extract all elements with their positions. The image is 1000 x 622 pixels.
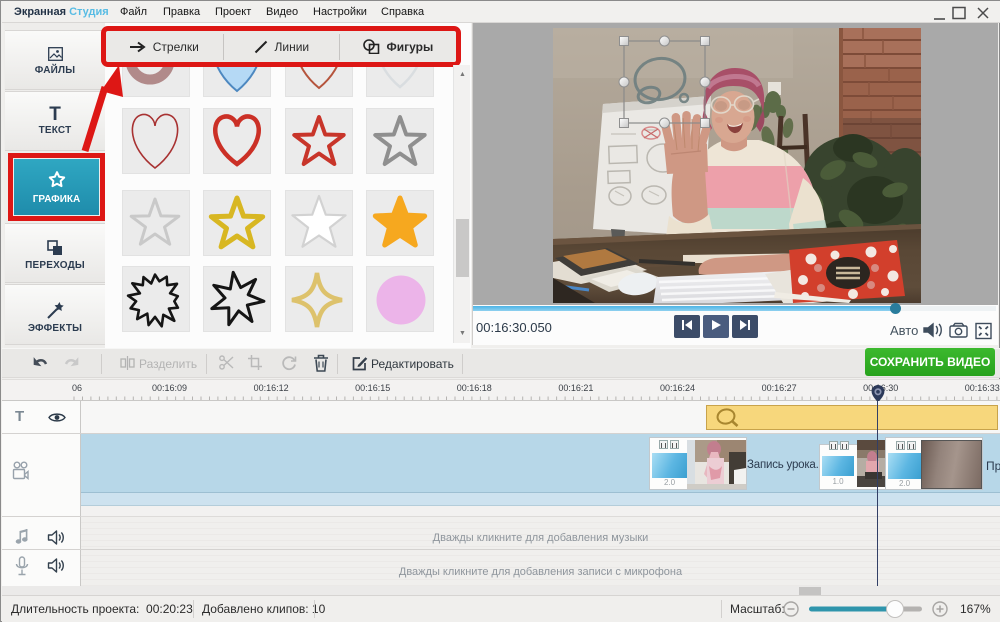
svg-text:00:16:27: 00:16:27 (762, 383, 797, 393)
svg-text:00:16:15: 00:16:15 (355, 383, 390, 393)
svg-text:00:16:18: 00:16:18 (457, 383, 492, 393)
svg-text:00:16:12: 00:16:12 (254, 383, 289, 393)
svg-text:00:16:09: 00:16:09 (152, 383, 187, 393)
svg-text:00:16:21: 00:16:21 (558, 383, 593, 393)
svg-text:06: 06 (72, 383, 82, 393)
svg-text:00:16:33: 00:16:33 (965, 383, 1000, 393)
svg-text:Авто: Авто (890, 323, 918, 338)
svg-text:00:16:24: 00:16:24 (660, 383, 695, 393)
svg-text:167%: 167% (960, 602, 991, 616)
